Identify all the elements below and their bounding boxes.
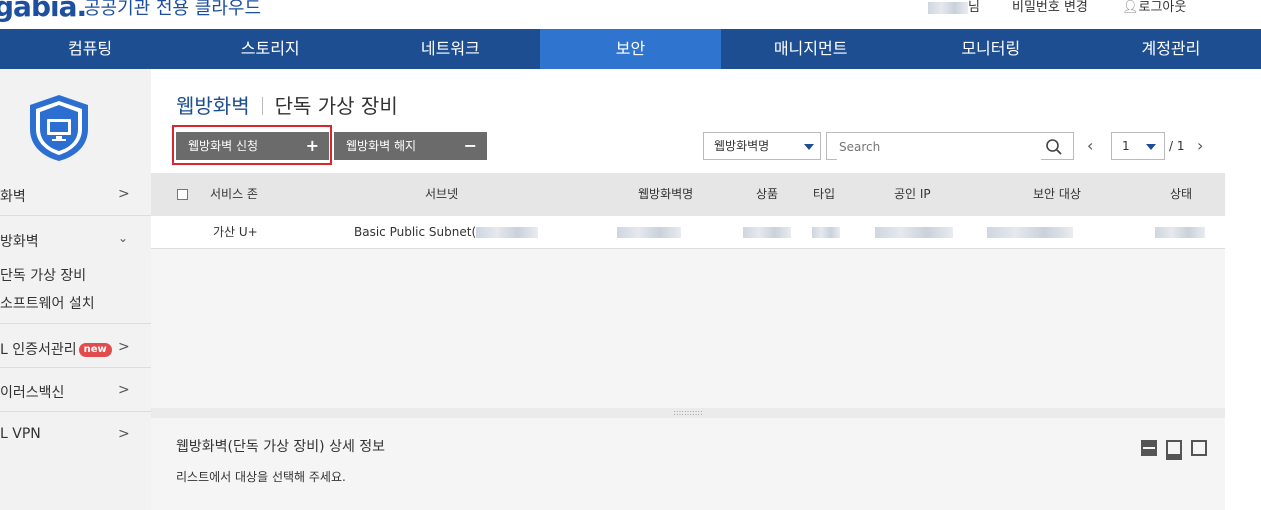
table-empty-area	[151, 249, 1225, 408]
page-title: 웹방화벽 단독 가상 장비	[176, 90, 398, 119]
page-title-main: 웹방화벽	[176, 94, 250, 118]
cell-public-ip-redacted	[875, 227, 953, 238]
filter-select-value: 웹방화벽명	[714, 139, 770, 153]
sidebar-item-firewall[interactable]: 화벽 >	[0, 186, 151, 206]
cancel-button-label: 웹방화벽 해지	[346, 139, 417, 153]
detail-panel: 웹방화벽(단독 가상 장비) 상세 정보 리스트에서 대상을 선택해 주세요.	[151, 418, 1225, 510]
cancel-firewall-button[interactable]: 웹방화벽 해지 −	[334, 132, 487, 160]
apply-firewall-button[interactable]: 웹방화벽 신청 +	[176, 132, 329, 160]
next-page-icon[interactable]: ›	[1197, 132, 1203, 160]
chevron-right-icon: >	[118, 186, 130, 202]
user-name: 님	[928, 0, 980, 15]
sidebar-item-label: L 인증서관리	[0, 342, 77, 358]
column-header-subnet[interactable]: 서브넷	[425, 173, 458, 216]
cell-subnet: Basic Public Subnet(	[354, 216, 539, 248]
nav-computing[interactable]: 컴퓨팅	[0, 29, 180, 69]
security-shield-icon	[26, 93, 92, 163]
caret-down-icon	[804, 144, 814, 150]
detail-message: 리스트에서 대상을 선택해 주세요.	[176, 470, 346, 484]
nav-monitoring[interactable]: 모니터링	[901, 29, 1081, 69]
user-icon: 👤︎	[1122, 0, 1139, 15]
column-header-status[interactable]: 상태	[1170, 173, 1192, 216]
change-password-link[interactable]: 비밀번호 변경	[1012, 0, 1088, 15]
cell-zone: 가산 U+	[213, 225, 258, 239]
divider	[0, 215, 151, 216]
cell-security-target-redacted	[987, 227, 1073, 238]
prev-page-icon[interactable]: ‹	[1087, 132, 1093, 160]
sidebar-item-label: 이러스백신	[0, 385, 65, 401]
detail-title: 웹방화벽(단독 가상 장비) 상세 정보	[176, 439, 386, 455]
sidebar-item-label: 방화벽	[0, 234, 39, 250]
column-header-firewall-name[interactable]: 웹방화벽명	[638, 173, 693, 216]
nav-account[interactable]: 계정관리	[1081, 29, 1261, 69]
filter-select[interactable]: 웹방화벽명	[703, 132, 821, 160]
caret-down-icon	[1146, 144, 1156, 150]
table-header: 서비스 존 서브넷 웹방화벽명 상품 타입 공인 IP 보안 대상 상태	[151, 173, 1225, 216]
search-input[interactable]	[837, 134, 1041, 160]
nav-security[interactable]: 보안	[540, 29, 721, 69]
chevron-right-icon: >	[118, 426, 130, 442]
table-row[interactable]: 가산 U+ Basic Public Subnet(	[151, 216, 1225, 249]
logout-link[interactable]: 👤︎로그아웃	[1122, 0, 1186, 15]
brand-logo[interactable]: gabia.	[0, 0, 87, 23]
new-badge: new	[78, 343, 112, 357]
search-icon[interactable]	[1045, 138, 1063, 156]
view-expanded-icon[interactable]	[1191, 440, 1207, 456]
nav-network[interactable]: 네트워크	[360, 29, 540, 69]
page-select[interactable]: 1	[1111, 132, 1165, 160]
nav-management[interactable]: 매니지먼트	[721, 29, 901, 69]
sidebar-item-ssl-cert[interactable]: L 인증서관리 new >	[0, 339, 151, 359]
main-nav: 컴퓨팅 스토리지 네트워크 보안 매니지먼트 모니터링 계정관리	[0, 29, 1261, 69]
sidebar-item-label: L VPN	[0, 426, 41, 442]
select-all-checkbox[interactable]	[177, 189, 188, 200]
column-header-security-target[interactable]: 보안 대상	[1033, 173, 1081, 216]
sidebar-subitem-software-install[interactable]: 소프트웨어 설치	[0, 293, 95, 313]
sidebar-item-web-firewall[interactable]: 방화벽 ⌄	[0, 231, 151, 251]
column-header-zone[interactable]: 서비스 존	[210, 173, 258, 216]
page-total: / 1	[1169, 139, 1185, 153]
cell-firewall-name-redacted	[617, 227, 681, 238]
page-current: 1	[1122, 139, 1130, 153]
column-header-public-ip[interactable]: 공인 IP	[894, 173, 931, 216]
cell-type-redacted	[812, 227, 840, 238]
nav-storage[interactable]: 스토리지	[180, 29, 360, 69]
sidebar-item-ssl-vpn[interactable]: L VPN >	[0, 426, 151, 442]
cell-status-redacted	[1155, 227, 1205, 238]
sidebar-item-label: 화벽	[0, 189, 26, 205]
divider	[0, 411, 151, 412]
brand-subtitle: 공공기관 전용 클라우드	[84, 0, 262, 19]
chevron-down-icon: ⌄	[118, 231, 129, 245]
title-separator	[261, 97, 263, 115]
sidebar-item-antivirus[interactable]: 이러스백신 >	[0, 382, 151, 402]
divider	[0, 367, 151, 368]
sidebar: 화벽 > 방화벽 ⌄ 단독 가상 장비 소프트웨어 설치 L 인증서관리 new …	[0, 69, 151, 510]
minus-icon: −	[463, 136, 477, 155]
top-bar: gabia. 공공기관 전용 클라우드 님 비밀번호 변경 👤︎로그아웃	[0, 0, 1261, 29]
sidebar-subitem-dedicated-vm[interactable]: 단독 가상 장비	[0, 265, 86, 285]
view-split-icon[interactable]	[1166, 440, 1182, 460]
search-box	[826, 132, 1074, 160]
cell-product-redacted	[743, 227, 791, 238]
divider	[0, 323, 151, 324]
column-header-type[interactable]: 타입	[813, 173, 835, 216]
column-header-product[interactable]: 상품	[756, 173, 778, 216]
chevron-right-icon: >	[118, 382, 130, 398]
apply-button-label: 웹방화벽 신청	[188, 139, 259, 153]
main-content: 웹방화벽 단독 가상 장비 웹방화벽 신청 + 웹방화벽 해지 − 웹방화벽명 ‹…	[151, 69, 1225, 510]
chevron-right-icon: >	[118, 339, 130, 355]
plus-icon: +	[305, 136, 319, 155]
resize-handle[interactable]: :::::::::::	[151, 408, 1225, 418]
view-collapsed-icon[interactable]	[1141, 440, 1157, 456]
page-title-sub: 단독 가상 장비	[274, 94, 398, 118]
